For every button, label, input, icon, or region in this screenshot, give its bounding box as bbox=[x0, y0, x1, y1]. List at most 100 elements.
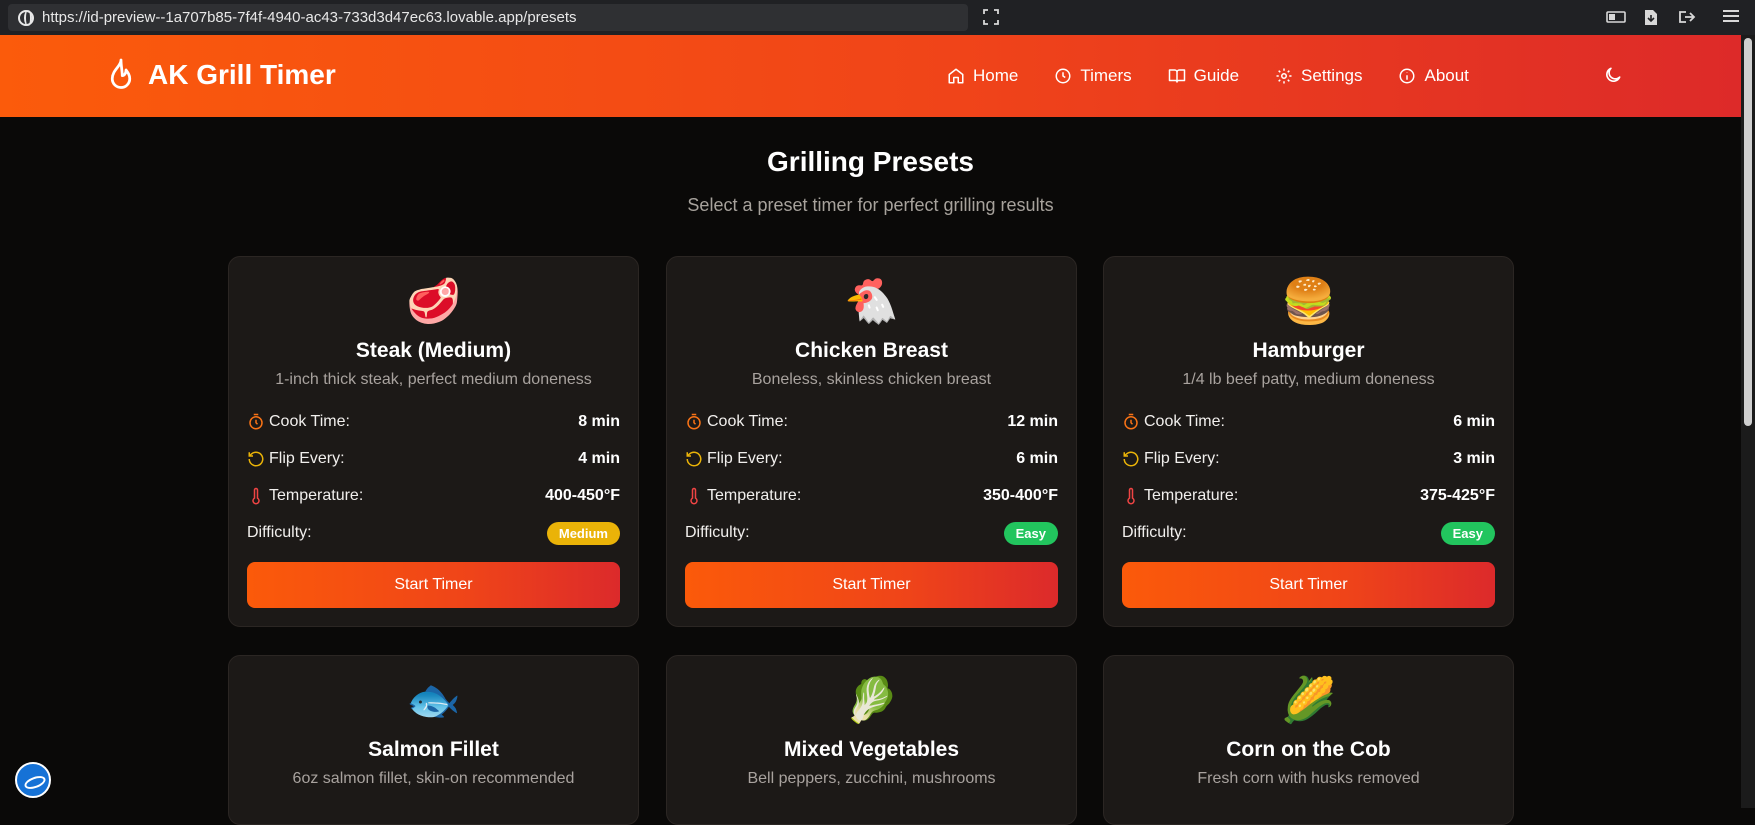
nav-about[interactable]: About bbox=[1398, 66, 1469, 86]
download-page-icon[interactable] bbox=[1642, 9, 1660, 27]
difficulty-badge: Easy bbox=[1440, 521, 1495, 545]
difficulty-badge: Medium bbox=[546, 521, 620, 545]
flip-row: Flip Every: 3 min bbox=[1122, 448, 1495, 470]
start-timer-button[interactable]: Start Timer bbox=[685, 562, 1058, 608]
scrollbar-thumb[interactable] bbox=[1744, 38, 1752, 426]
nav-settings[interactable]: Settings bbox=[1275, 66, 1362, 86]
preset-description: Boneless, skinless chicken breast bbox=[751, 371, 992, 388]
cook-time-value: 12 min bbox=[1007, 413, 1058, 430]
cook-time-value: 6 min bbox=[1453, 413, 1495, 430]
rotate-icon bbox=[1123, 451, 1139, 467]
main-nav: Home Timers Guide Settings About bbox=[947, 35, 1505, 117]
nav-about-label: About bbox=[1424, 66, 1469, 85]
nav-settings-label: Settings bbox=[1301, 66, 1363, 85]
hamburger-icon: 🍔 bbox=[1281, 277, 1336, 326]
thermometer-icon bbox=[690, 487, 698, 505]
preset-name: Corn on the Cob bbox=[1226, 738, 1391, 761]
preset-description: 6oz salmon fillet, skin-on recommended bbox=[292, 770, 575, 787]
exit-icon[interactable] bbox=[1678, 9, 1696, 27]
rotate-icon bbox=[248, 451, 264, 467]
preset-card-steak: 🥩 Steak (Medium) 1-inch thick steak, per… bbox=[228, 256, 639, 627]
flip-label: Flip Every: bbox=[1144, 450, 1220, 467]
cook-time-value: 8 min bbox=[578, 413, 620, 430]
preset-name: Salmon Fillet bbox=[368, 738, 499, 761]
temperature-label: Temperature: bbox=[1144, 487, 1239, 504]
app-title: AK Grill Timer bbox=[148, 59, 336, 90]
temperature-label: Temperature: bbox=[707, 487, 802, 504]
flip-value: 3 min bbox=[1453, 450, 1495, 467]
cook-time-label: Cook Time: bbox=[269, 413, 350, 430]
preset-name: Hamburger bbox=[1252, 339, 1365, 362]
translate-icon[interactable] bbox=[1606, 9, 1626, 27]
home-icon bbox=[948, 68, 964, 84]
timer-icon bbox=[687, 413, 701, 430]
thermometer-icon bbox=[252, 487, 260, 505]
vegetables-icon: 🥬 bbox=[844, 676, 899, 725]
book-icon bbox=[1168, 69, 1185, 83]
difficulty-label: Difficulty: bbox=[685, 524, 750, 541]
gear-icon bbox=[1276, 68, 1292, 84]
temperature-label: Temperature: bbox=[269, 487, 364, 504]
info-icon bbox=[1399, 68, 1415, 84]
page-scrollbar[interactable] bbox=[1741, 35, 1755, 808]
theme-toggle-button[interactable] bbox=[1603, 65, 1623, 90]
difficulty-label: Difficulty: bbox=[247, 524, 312, 541]
page-subtitle: Select a preset timer for perfect grilli… bbox=[687, 195, 1054, 215]
difficulty-label: Difficulty: bbox=[1122, 524, 1187, 541]
flip-row: Flip Every: 4 min bbox=[247, 448, 620, 470]
moon-icon bbox=[1606, 67, 1621, 82]
fish-icon: 🐟 bbox=[406, 676, 461, 725]
preset-card-hamburger: 🍔 Hamburger 1/4 lb beef patty, medium do… bbox=[1103, 256, 1514, 627]
difficulty-row: Difficulty: Easy bbox=[1122, 521, 1495, 545]
nav-home[interactable]: Home bbox=[947, 66, 1018, 86]
temperature-value: 350-400°F bbox=[983, 487, 1058, 504]
flip-row: Flip Every: 6 min bbox=[685, 448, 1058, 470]
timer-icon bbox=[249, 413, 263, 430]
rotate-icon bbox=[686, 451, 702, 467]
start-timer-button[interactable]: Start Timer bbox=[1122, 562, 1495, 608]
nav-guide-label: Guide bbox=[1193, 66, 1240, 85]
cook-time-row: Cook Time: 12 min bbox=[685, 411, 1058, 433]
temperature-row: Temperature: 400-450°F bbox=[247, 485, 620, 507]
preset-card-corn: 🌽 Corn on the Cob Fresh corn with husks … bbox=[1103, 655, 1514, 825]
flip-label: Flip Every: bbox=[269, 450, 345, 467]
difficulty-badge: Easy bbox=[1003, 521, 1058, 545]
preset-card-salmon: 🐟 Salmon Fillet 6oz salmon fillet, skin-… bbox=[228, 655, 639, 825]
preset-card-vegetables: 🥬 Mixed Vegetables Bell peppers, zucchin… bbox=[666, 655, 1077, 825]
brand[interactable]: AK Grill Timer bbox=[106, 57, 336, 93]
temperature-value: 400-450°F bbox=[545, 487, 620, 504]
corn-icon: 🌽 bbox=[1281, 676, 1336, 725]
fullscreen-icon[interactable] bbox=[982, 9, 1000, 27]
nav-guide[interactable]: Guide bbox=[1168, 66, 1239, 86]
menu-icon[interactable] bbox=[1722, 9, 1740, 27]
preset-card-chicken: 🐔 Chicken Breast Boneless, skinless chic… bbox=[666, 256, 1077, 627]
preset-name: Steak (Medium) bbox=[355, 339, 512, 362]
nav-home-label: Home bbox=[973, 66, 1019, 85]
cook-time-row: Cook Time: 8 min bbox=[247, 411, 620, 433]
flip-value: 6 min bbox=[1016, 450, 1058, 467]
address-bar[interactable]: https://id-preview--1a707b85-7f4f-4940-a… bbox=[8, 4, 968, 31]
temperature-row: Temperature: 350-400°F bbox=[685, 485, 1058, 507]
start-timer-button[interactable]: Start Timer bbox=[247, 562, 620, 608]
nav-timers[interactable]: Timers bbox=[1054, 66, 1132, 86]
clock-icon bbox=[1055, 68, 1071, 84]
preset-description: 1-inch thick steak, perfect medium donen… bbox=[275, 371, 592, 388]
page-title: Grilling Presets bbox=[767, 146, 974, 177]
steak-icon: 🥩 bbox=[406, 277, 461, 326]
preset-name: Mixed Vegetables bbox=[783, 738, 960, 761]
temperature-row: Temperature: 375-425°F bbox=[1122, 485, 1495, 507]
nav-timers-label: Timers bbox=[1080, 66, 1132, 85]
app-header: AK Grill Timer Home Timers Guide Setting… bbox=[0, 35, 1741, 117]
cook-time-row: Cook Time: 6 min bbox=[1122, 411, 1495, 433]
globe-icon bbox=[18, 9, 34, 26]
cook-time-label: Cook Time: bbox=[1144, 413, 1225, 430]
preset-description: Fresh corn with husks removed bbox=[1197, 770, 1420, 787]
floating-chat-button[interactable] bbox=[15, 762, 51, 798]
preset-description: 1/4 lb beef patty, medium doneness bbox=[1182, 371, 1435, 388]
browser-toolbar: https://id-preview--1a707b85-7f4f-4940-a… bbox=[0, 0, 1755, 35]
difficulty-row: Difficulty: Medium bbox=[247, 521, 620, 545]
thermometer-icon bbox=[1127, 487, 1135, 505]
flip-value: 4 min bbox=[578, 450, 620, 467]
preset-name: Chicken Breast bbox=[795, 339, 948, 362]
address-url[interactable]: https://id-preview--1a707b85-7f4f-4940-a… bbox=[42, 9, 577, 26]
